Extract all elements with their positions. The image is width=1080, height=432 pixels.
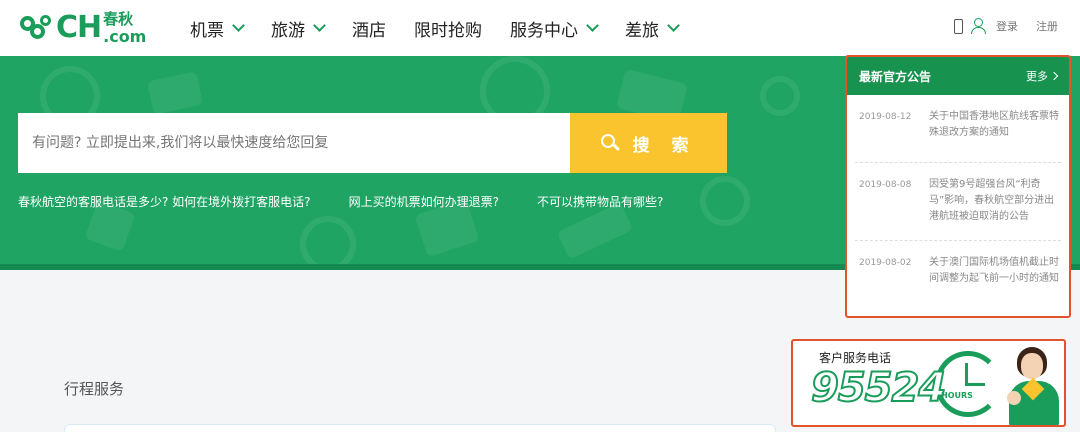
more-label: 更多 [1026,70,1048,83]
page: CH 春秋 .com 机票 旅游 酒店 限时抢购 服务中心 差旅 登录 注册 有… [0,0,1080,432]
chevron-down-icon [586,19,599,32]
clock-hand [965,383,985,386]
chevron-down-icon [667,19,680,32]
chevron-down-icon [313,19,326,32]
decorative-circle [300,216,356,270]
hours-label: HOURS [941,391,973,400]
announcement-text: 因受第9号超强台风“利奇马”影响，春秋航空部分进出港航班被迫取消的公告 [929,179,1055,222]
nav-item-label: 旅游 [271,20,305,41]
login-link[interactable]: 登录 [996,18,1018,34]
nav-item-business-travel[interactable]: 差旅 [625,16,680,41]
hotline-label: 客户服务电话 [819,351,892,365]
customer-service-hotline-banner[interactable]: 客户服务电话 95524 HOURS [791,339,1066,427]
announcement-item[interactable]: 2019-08-02 关于澳门国际机场值机截止时间调整为起飞前一小时的通知 [855,241,1061,316]
search-button[interactable]: 搜 索 [570,113,727,173]
nav-item-travel[interactable]: 旅游 [271,16,326,41]
announcement-text: 关于澳门国际机场值机截止时间调整为起飞前一小时的通知 [929,257,1059,284]
quick-link-refund[interactable]: 网上买的机票如何办理退票? [349,193,499,210]
nav-item-label: 服务中心 [510,20,578,41]
decorative-circle [760,76,800,116]
search-box [18,113,570,173]
announcements-more-link[interactable]: 更多 [1026,68,1059,84]
chevron-down-icon [232,19,245,32]
search-icon [600,134,620,152]
search-button-label: 搜 索 [632,135,697,156]
spring-airlines-logo[interactable]: CH 春秋 .com [20,10,146,46]
announcement-item[interactable]: 2019-08-12 关于中国香港地区航线客票特殊退改方案的通知 [855,95,1061,163]
announcement-text: 关于中国香港地区航线客票特殊退改方案的通知 [929,111,1059,138]
announcements-list: 2019-08-12 关于中国香港地区航线客票特殊退改方案的通知 2019-08… [847,95,1069,316]
quick-link-hotline[interactable]: 春秋航空的客服电话是多少? 如何在境外拨打客服电话? [18,193,311,210]
register-link[interactable]: 注册 [1036,18,1058,34]
chevron-right-icon [1049,71,1059,81]
logo-text: CH [56,10,102,45]
nav-item-service-center[interactable]: 服务中心 [510,16,599,41]
main-nav: 机票 旅游 酒店 限时抢购 服务中心 差旅 [190,0,706,56]
nav-item-label: 差旅 [625,20,659,41]
decorative-shape [147,71,203,115]
header-account-area: 登录 注册 [954,18,1058,34]
section-title: 行程服务 [64,380,125,398]
announcements-header: 最新官方公告 更多 [847,57,1069,95]
decorative-shape [556,202,634,260]
decorative-circle [700,176,750,226]
search-input[interactable] [18,113,570,173]
nav-item-label: 限时抢购 [414,20,482,41]
announcement-item[interactable]: 2019-08-08 因受第9号超强台风“利奇马”影响，春秋航空部分进出港航班被… [855,163,1061,241]
quick-question-links: 春秋航空的客服电话是多少? 如何在境外拨打客服电话? 网上买的机票如何办理退票?… [18,193,701,210]
announcements-title: 最新官方公告 [859,69,932,84]
nav-item-flash-sale[interactable]: 限时抢购 [414,16,482,41]
nav-item-label: 酒店 [352,20,386,41]
nav-item-label: 机票 [190,20,224,41]
logo-domain-text: .com [103,26,147,46]
announcement-date: 2019-08-02 [859,258,912,268]
announcement-date: 2019-08-12 [859,112,912,122]
user-icon[interactable] [971,18,986,34]
nav-item-hotel[interactable]: 酒店 [352,16,386,41]
clock-hand [965,363,968,385]
official-announcements-panel: 最新官方公告 更多 2019-08-12 关于中国香港地区航线客票特殊退改方案的… [845,55,1071,318]
top-header: CH 春秋 .com 机票 旅游 酒店 限时抢购 服务中心 差旅 登录 注册 [0,0,1080,56]
logo-mark-icon [20,13,54,43]
service-agent-illustration [1005,345,1063,425]
mobile-phone-icon[interactable] [954,18,963,34]
quick-link-prohibited-items[interactable]: 不可以携带物品有哪些? [537,193,663,210]
nav-item-flights[interactable]: 机票 [190,16,245,41]
hotline-number: 95524 [810,364,947,412]
itinerary-service-card [64,424,776,432]
announcement-date: 2019-08-08 [859,180,912,190]
logo-cn-text: 春秋 [103,9,134,28]
